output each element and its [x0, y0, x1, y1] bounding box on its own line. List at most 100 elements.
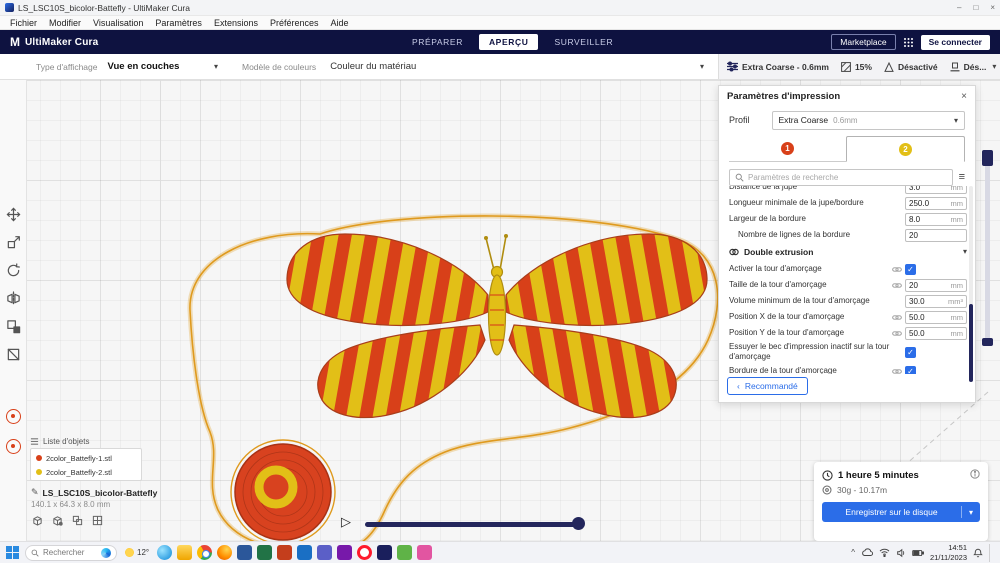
weather-widget[interactable]: 12° [122, 548, 152, 557]
per-model-settings-button[interactable] [4, 317, 22, 335]
move-tool-button[interactable] [4, 205, 22, 223]
extruder-1-tab[interactable]: 1 [729, 136, 846, 161]
object-list-header[interactable]: Liste d'objets [30, 437, 89, 446]
mirror-tool-button[interactable] [4, 289, 22, 307]
show-desktop-button[interactable] [989, 544, 992, 562]
taskbar-app-edge-icon[interactable] [157, 545, 172, 560]
menu-extensions[interactable]: Extensions [208, 18, 264, 28]
print-setup-summary-button[interactable]: Extra Coarse - 0.6mm 15% Désactivé Dés..… [718, 54, 1000, 79]
simulation-slider-handle[interactable] [572, 517, 585, 530]
settings-search-field[interactable] [729, 169, 953, 186]
layer-slider-bottom-handle[interactable] [982, 338, 993, 346]
taskbar-app-cura-icon[interactable] [377, 545, 392, 560]
setting-input[interactable]: 20 mm [905, 279, 967, 292]
sign-in-button[interactable]: Se connecter [921, 35, 990, 50]
taskbar-search[interactable] [25, 545, 117, 561]
model-tool-icon[interactable] [91, 514, 104, 527]
setting-row[interactable]: Longueur minimale de la jupe/bordure 250… [729, 196, 967, 210]
taskbar-app-word-icon[interactable] [237, 545, 252, 560]
setting-row[interactable]: Bordure de la tour d'amorçage ✓ [729, 364, 967, 374]
setting-row[interactable]: Volume minimum de la tour d'amorçage 30.… [729, 294, 967, 308]
menu-modifier[interactable]: Modifier [43, 18, 87, 28]
setting-input[interactable]: 250.0 mm [905, 197, 967, 210]
tab-preparer[interactable]: PRÉPARER [408, 34, 467, 50]
setting-input[interactable]: 3.0 mm [905, 186, 967, 194]
minimize-button[interactable]: – [957, 3, 961, 12]
checkbox-checked[interactable]: ✓ [905, 264, 916, 275]
selected-model-row[interactable]: ✎ LS_LSC10S_bicolor-Battefly [31, 487, 157, 498]
taskbar-clock[interactable]: 14:51 21/11/2023 [930, 543, 967, 562]
recommended-mode-button[interactable]: ‹ Recommandé [727, 377, 808, 395]
profile-dropdown[interactable]: Extra Coarse 0.6mm ▾ [772, 111, 965, 130]
list-item[interactable]: 2color_Battefly-1.stl [31, 451, 141, 465]
scale-tool-button[interactable] [4, 233, 22, 251]
model-tool-icon[interactable] [71, 514, 84, 527]
setting-row[interactable]: Nombre de lignes de la bordure 20 [729, 228, 967, 242]
settings-scrollbar-thumb[interactable] [969, 304, 973, 382]
taskbar-app-powerpoint-icon[interactable] [277, 545, 292, 560]
notification-bell-icon[interactable] [973, 548, 983, 558]
wifi-icon[interactable] [879, 548, 890, 557]
section-double-extrusion[interactable]: Double extrusion ▾ [729, 244, 967, 259]
layer-slider-track[interactable] [985, 150, 990, 346]
close-icon[interactable]: × [961, 91, 967, 102]
setting-row[interactable]: Largeur de la bordure 8.0 mm [729, 212, 967, 226]
battery-icon[interactable] [912, 549, 924, 557]
maximize-button[interactable]: □ [973, 3, 978, 12]
display-type-dropdown[interactable]: Type d'affichage Vue en couches ▾ [0, 61, 228, 72]
settings-menu-icon[interactable]: ≡ [959, 172, 965, 183]
setting-row[interactable]: Activer la tour d'amorçage ✓ [729, 262, 967, 276]
marketplace-button[interactable]: Marketplace [831, 34, 895, 50]
setting-input[interactable]: 30.0 mm³ [905, 295, 967, 308]
start-button[interactable] [5, 545, 20, 560]
simulation-slider-track[interactable] [365, 522, 583, 527]
setting-row[interactable]: Position X de la tour d'amorçage 50.0 mm [729, 310, 967, 324]
model-tool-icon[interactable] [51, 514, 64, 527]
list-item[interactable]: 2color_Battefly-2.stl [31, 465, 141, 479]
checkbox-checked[interactable]: ✓ [905, 347, 916, 358]
taskbar-app-firefox-icon[interactable] [217, 545, 232, 560]
menu-aide[interactable]: Aide [325, 18, 355, 28]
support-blocker-button[interactable] [4, 345, 22, 363]
onedrive-icon[interactable] [861, 548, 873, 557]
plugin-tool-icon-2[interactable] [4, 437, 22, 455]
setting-input[interactable]: 20 [905, 229, 967, 242]
setting-row[interactable]: Essuyer le bec d'impression inactif sur … [729, 342, 967, 362]
copilot-icon[interactable] [101, 548, 111, 558]
checkbox-checked[interactable]: ✓ [905, 366, 916, 375]
taskbar-app-outlook-icon[interactable] [297, 545, 312, 560]
info-icon[interactable] [970, 469, 980, 481]
menu-preferences[interactable]: Préférences [264, 18, 325, 28]
close-button[interactable]: × [990, 3, 995, 12]
plugin-tool-icon-1[interactable] [4, 407, 22, 425]
play-button[interactable]: ▷ [341, 514, 351, 530]
taskbar-app-excel-icon[interactable] [257, 545, 272, 560]
taskbar-app-chrome-icon[interactable] [197, 545, 212, 560]
rotate-tool-button[interactable] [4, 261, 22, 279]
taskbar-app-paint-icon[interactable] [417, 545, 432, 560]
tab-apercu[interactable]: APERÇU [479, 34, 539, 50]
taskbar-search-input[interactable] [43, 548, 97, 557]
tray-expand-icon[interactable]: ^ [851, 548, 855, 557]
model-tool-icon[interactable] [31, 514, 44, 527]
search-input[interactable] [748, 173, 947, 182]
extruder-2-tab[interactable]: 2 [846, 136, 965, 162]
butterfly-model[interactable] [160, 200, 740, 560]
setting-row[interactable]: Taille de la tour d'amorçage 20 mm [729, 278, 967, 292]
setting-input[interactable]: 8.0 mm [905, 213, 967, 226]
taskbar-app-explorer-icon[interactable] [177, 545, 192, 560]
setting-input[interactable]: 50.0 mm [905, 327, 967, 340]
setting-row[interactable]: Position Y de la tour d'amorçage 50.0 mm [729, 326, 967, 340]
save-to-disk-button[interactable]: Enregistrer sur le disque ▾ [822, 502, 980, 522]
taskbar-app-opera-icon[interactable] [357, 545, 372, 560]
menu-visualisation[interactable]: Visualisation [87, 18, 149, 28]
menu-parametres[interactable]: Paramètres [149, 18, 208, 28]
taskbar-app-onenote-icon[interactable] [337, 545, 352, 560]
setting-input[interactable]: 50.0 mm [905, 311, 967, 324]
menu-fichier[interactable]: Fichier [4, 18, 43, 28]
volume-icon[interactable] [896, 548, 906, 558]
setting-row[interactable]: Distance de la jupe 3.0 mm [729, 186, 967, 194]
taskbar-app-teams-icon[interactable] [317, 545, 332, 560]
taskbar-app-notepad-icon[interactable] [397, 545, 412, 560]
layer-slider-top-handle[interactable] [982, 150, 993, 166]
